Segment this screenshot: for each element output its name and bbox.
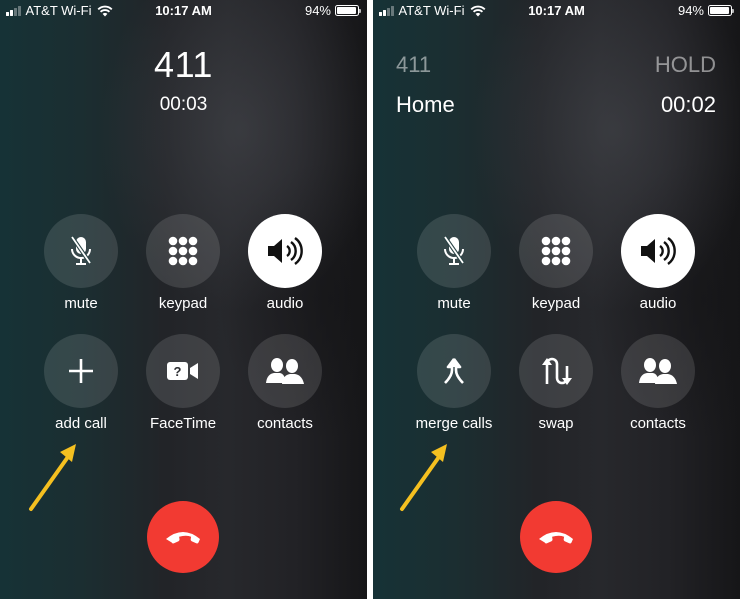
end-call-icon: [539, 532, 573, 544]
contacts-button[interactable]: contacts: [240, 334, 330, 432]
battery-icon: [335, 5, 361, 16]
facetime-unavailable-icon: ?: [167, 362, 198, 380]
svg-text:?: ?: [174, 364, 182, 379]
mute-button[interactable]: mute: [36, 214, 126, 312]
call-screen-single: AT&T Wi-Fi 10:17 AM 94% 411 00:03 mute k…: [0, 0, 367, 599]
merge-calls-label: merge calls: [415, 415, 493, 432]
plus-icon: [69, 359, 93, 383]
keypad-label: keypad: [158, 295, 208, 312]
battery-percent: 94%: [304, 3, 331, 18]
facetime-label: FaceTime: [149, 415, 217, 432]
battery-percent: 94%: [677, 3, 704, 18]
active-call-name[interactable]: Home: [396, 92, 455, 118]
active-call-timer: 00:02: [660, 92, 716, 117]
add-call-button[interactable]: add call: [36, 334, 126, 432]
mute-label: mute: [64, 295, 98, 312]
mute-label: mute: [437, 295, 471, 312]
keypad-icon: [168, 236, 198, 266]
speaker-icon: [268, 237, 303, 265]
merge-icon: [444, 358, 464, 384]
keypad-label: keypad: [531, 295, 581, 312]
caller-number: 411: [154, 44, 213, 85]
audio-label: audio: [266, 295, 304, 312]
mic-slash-icon: [70, 235, 92, 265]
audio-button[interactable]: audio: [613, 214, 703, 312]
status-bar: AT&T Wi-Fi 10:17 AM 94%: [0, 0, 367, 22]
keypad-button[interactable]: keypad: [138, 214, 228, 312]
held-call-name[interactable]: 411: [396, 52, 431, 78]
swap-button[interactable]: swap: [511, 334, 601, 432]
annotation-arrow: [400, 444, 447, 511]
battery-info: 94%: [677, 3, 734, 18]
contacts-icon: [639, 358, 677, 384]
status-bar: AT&T Wi-Fi 10:17 AM 94%: [373, 0, 740, 22]
held-call-status: HOLD: [654, 52, 716, 77]
add-call-label: add call: [55, 415, 107, 432]
end-call-icon: [166, 532, 200, 544]
contacts-label: contacts: [257, 415, 313, 432]
merge-calls-button[interactable]: merge calls: [409, 334, 499, 432]
annotation-arrow: [29, 444, 76, 511]
call-timer: 00:03: [159, 94, 208, 115]
end-call-button[interactable]: [147, 501, 219, 573]
mute-button[interactable]: mute: [409, 214, 499, 312]
speaker-icon: [641, 237, 676, 265]
battery-info: 94%: [304, 3, 361, 18]
swap-label: swap: [538, 415, 574, 432]
audio-button[interactable]: audio: [240, 214, 330, 312]
facetime-button[interactable]: ? FaceTime: [138, 334, 228, 432]
audio-label: audio: [639, 295, 677, 312]
contacts-label: contacts: [630, 415, 686, 432]
call-screen-two-calls: AT&T Wi-Fi 10:17 AM 94% 411 HOLD Home 00…: [373, 0, 740, 599]
mic-slash-icon: [443, 235, 465, 265]
keypad-icon: [541, 236, 571, 266]
contacts-icon: [266, 358, 304, 384]
battery-icon: [708, 5, 734, 16]
swap-icon: [542, 357, 572, 385]
contacts-button[interactable]: contacts: [613, 334, 703, 432]
end-call-button[interactable]: [520, 501, 592, 573]
keypad-button[interactable]: keypad: [511, 214, 601, 312]
